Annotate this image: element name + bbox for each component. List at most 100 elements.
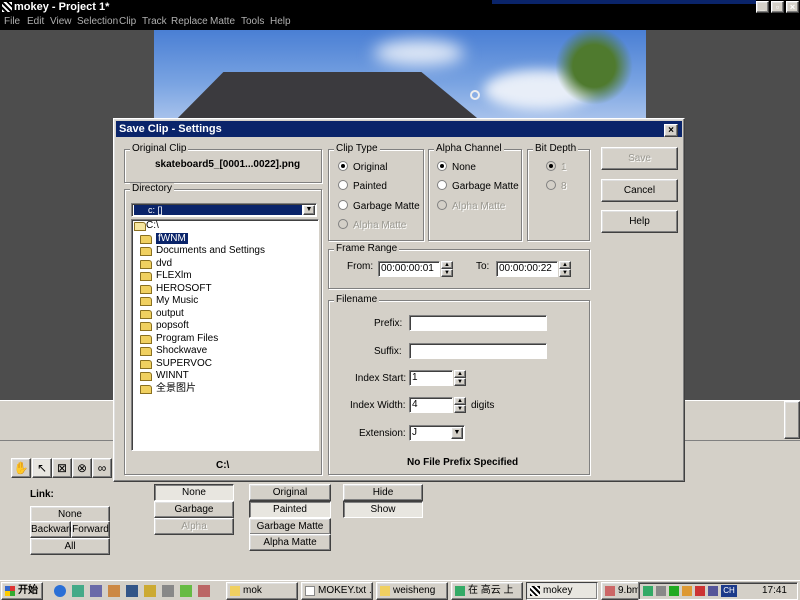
hide-button[interactable]: Hide xyxy=(343,484,423,501)
task-mokey-txt[interactable]: MOKEY.txt ... xyxy=(301,582,373,600)
menu-view[interactable]: View xyxy=(50,16,72,27)
maximize-icon[interactable]: ▫ xyxy=(771,1,784,13)
cancel-button[interactable]: Cancel xyxy=(601,179,678,202)
explorer-icon[interactable] xyxy=(90,585,102,597)
drive-select[interactable]: c: [] ▼ xyxy=(131,203,317,217)
directory-item[interactable]: 全景图片 xyxy=(132,383,318,396)
show-button[interactable]: Show xyxy=(343,501,423,518)
directory-item[interactable]: output xyxy=(132,308,318,321)
menu-edit[interactable]: Edit xyxy=(27,16,44,27)
task-weisheng[interactable]: weisheng xyxy=(376,582,448,600)
alpha-garbage-matte-radio[interactable]: Garbage Matte xyxy=(437,180,519,192)
spin-down-icon[interactable]: ▼ xyxy=(454,405,466,413)
menu-file[interactable]: File xyxy=(4,16,20,27)
menu-tools[interactable]: Tools xyxy=(241,16,264,27)
tool-icon[interactable] xyxy=(162,585,174,597)
directory-item[interactable]: Program Files xyxy=(132,333,318,346)
from-frame-stepper[interactable]: ▲ ▼ xyxy=(441,261,453,277)
matte-garbage-button[interactable]: Garbage xyxy=(154,501,234,518)
tray-app-icon-2[interactable] xyxy=(708,586,718,596)
clip-type-painted-radio[interactable]: Painted xyxy=(338,180,387,192)
link-forward-button[interactable]: Forward xyxy=(71,521,110,538)
spin-down-icon[interactable]: ▼ xyxy=(441,269,453,277)
menu-track[interactable]: Track xyxy=(142,16,167,27)
tray-volume-icon[interactable] xyxy=(682,586,692,596)
directory-item[interactable]: popsoft xyxy=(132,320,318,333)
chevron-down-icon[interactable]: ▼ xyxy=(451,427,463,439)
dialog-close-icon[interactable]: × xyxy=(664,124,678,137)
directory-item[interactable]: Documents and Settings xyxy=(132,245,318,258)
hand-icon[interactable]: ✋ xyxy=(11,458,31,478)
ime-indicator[interactable]: CH xyxy=(721,585,737,597)
directory-item[interactable]: fWNM xyxy=(132,232,318,246)
tray-network-icon[interactable] xyxy=(643,586,653,596)
chevron-down-icon[interactable]: ▼ xyxy=(303,205,315,215)
index-start-input[interactable]: 1 xyxy=(409,370,453,386)
to-frame-stepper[interactable]: ▲ ▼ xyxy=(559,261,571,277)
tray-display-icon[interactable] xyxy=(656,586,666,596)
app-icon-2[interactable] xyxy=(180,585,192,597)
menu-selection[interactable]: Selection xyxy=(77,16,118,27)
minimize-icon[interactable]: _ xyxy=(756,1,769,13)
directory-item[interactable]: C:\ xyxy=(132,220,318,233)
tray-antivirus-icon[interactable] xyxy=(669,586,679,596)
spin-up-icon[interactable]: ▲ xyxy=(559,261,571,269)
directory-item[interactable]: Shockwave xyxy=(132,345,318,358)
view-painted-button[interactable]: Painted xyxy=(249,501,331,518)
pointer-icon[interactable]: ↖ xyxy=(32,458,52,478)
view-alpha-matte-button[interactable]: Alpha Matte xyxy=(249,534,331,551)
link-icon[interactable]: ∞ xyxy=(92,458,112,478)
menu-replace[interactable]: Replace xyxy=(171,16,208,27)
menu-clip[interactable]: Clip xyxy=(119,16,136,27)
alpha-none-radio[interactable]: None xyxy=(437,161,476,173)
to-frame-input[interactable]: 00:00:00:22 xyxy=(496,261,558,277)
transform-icon[interactable]: ⊠ xyxy=(52,458,72,478)
index-width-stepper[interactable]: ▲ ▼ xyxy=(454,397,466,413)
spin-up-icon[interactable]: ▲ xyxy=(454,397,466,405)
app-icon-3[interactable] xyxy=(198,585,210,597)
view-original-button[interactable]: Original xyxy=(249,484,331,501)
matte-none-button[interactable]: None xyxy=(154,484,234,501)
menu-matte[interactable]: Matte xyxy=(210,16,235,27)
clock[interactable]: 17:41 xyxy=(762,585,787,596)
task-mok[interactable]: mok xyxy=(226,582,298,600)
play-icon[interactable] xyxy=(144,585,156,597)
directory-item[interactable]: My Music xyxy=(132,295,318,308)
desktop-icon[interactable] xyxy=(72,585,84,597)
task-mokey[interactable]: mokey xyxy=(526,582,598,600)
spin-down-icon[interactable]: ▼ xyxy=(559,269,571,277)
index-width-input[interactable]: 4 xyxy=(409,397,453,413)
internet-explorer-icon[interactable] xyxy=(54,585,66,597)
directory-tree[interactable]: C:\ fWNM Documents and Settings dvd FLEX… xyxy=(131,219,319,451)
matte-alpha-button: Alpha xyxy=(154,518,234,535)
clip-type-original-radio[interactable]: Original xyxy=(338,161,387,173)
menu-help[interactable]: Help xyxy=(270,16,291,27)
suffix-input[interactable] xyxy=(409,343,547,359)
link-backward-button[interactable]: Backward xyxy=(30,521,75,538)
spin-up-icon[interactable]: ▲ xyxy=(454,370,466,378)
close-icon[interactable]: × xyxy=(786,1,799,13)
directory-item[interactable]: HEROSOFT xyxy=(132,283,318,296)
corner-pin-icon[interactable]: ⊗ xyxy=(72,458,92,478)
tray-app-icon[interactable] xyxy=(695,586,705,596)
task-remote[interactable]: 在 高云 上 xyxy=(451,582,523,600)
link-all-button[interactable]: All xyxy=(30,538,110,555)
index-start-stepper[interactable]: ▲ ▼ xyxy=(454,370,466,386)
help-button[interactable]: Help xyxy=(601,210,678,233)
directory-item[interactable]: dvd xyxy=(132,258,318,271)
clip-type-garbage-matte-radio[interactable]: Garbage Matte xyxy=(338,200,420,212)
media-icon[interactable] xyxy=(126,585,138,597)
prefix-input[interactable] xyxy=(409,315,547,331)
from-frame-input[interactable]: 00:00:00:01 xyxy=(378,261,440,277)
start-button[interactable]: 开始 xyxy=(1,582,43,600)
spin-up-icon[interactable]: ▲ xyxy=(441,261,453,269)
extension-select[interactable]: J ▼ xyxy=(409,425,465,441)
directory-item[interactable]: SUPERVOC xyxy=(132,358,318,371)
directory-item[interactable]: WINNT xyxy=(132,370,318,383)
spin-down-icon[interactable]: ▼ xyxy=(454,378,466,386)
directory-item[interactable]: FLEXlm xyxy=(132,270,318,283)
app-launcher-icon[interactable] xyxy=(108,585,120,597)
view-garbage-matte-button[interactable]: Garbage Matte xyxy=(249,518,331,535)
timeline-scrollbar[interactable] xyxy=(784,401,800,439)
clip-frame-image[interactable] xyxy=(154,30,646,120)
